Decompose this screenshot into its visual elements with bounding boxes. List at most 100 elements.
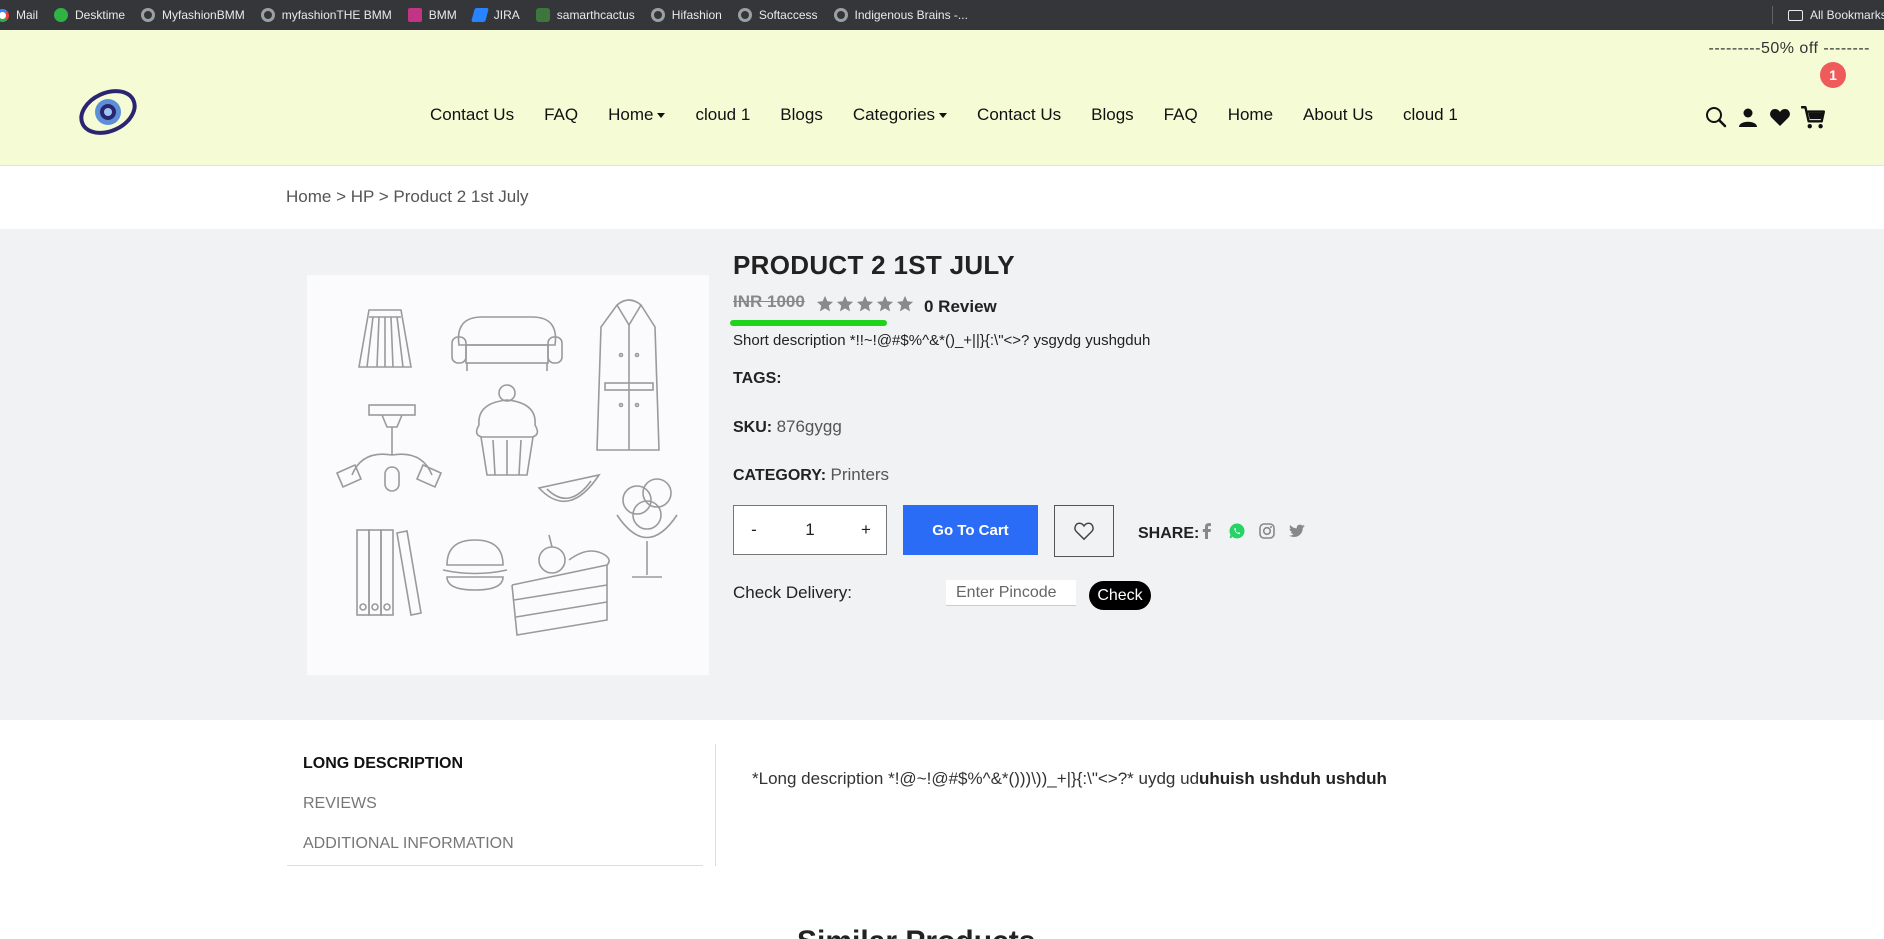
caret-down-icon (657, 112, 666, 118)
product-image[interactable] (307, 275, 709, 675)
star-icon (856, 295, 874, 312)
cactus-icon (535, 8, 550, 22)
logo-icon[interactable] (76, 85, 140, 139)
decrease-quantity-button[interactable]: - (734, 520, 774, 540)
sku-label: SKU: (733, 419, 773, 436)
nav-item-home-dropdown[interactable]: Home (608, 105, 666, 125)
globe-icon (833, 8, 848, 22)
check-delivery-label: Check Delivery: (733, 583, 853, 602)
desktime-icon (54, 8, 69, 22)
bookmarks-divider (1772, 6, 1773, 24)
tab-reviews[interactable]: REVIEWS (303, 795, 377, 813)
product-price: INR 1000 (733, 292, 805, 311)
globe-icon (141, 8, 156, 22)
search-icon[interactable] (1704, 105, 1728, 129)
bookmark-hifashion[interactable]: Hifashion (650, 0, 722, 30)
nav-item-home[interactable]: Home (1228, 105, 1273, 125)
breadcrumb-separator: > (374, 187, 394, 206)
long-description: *Long description *!@~!@#$%^&*()))\))_+|… (752, 769, 1387, 789)
nav-label: Contact Us (430, 105, 515, 124)
category-value[interactable]: Printers (830, 465, 889, 484)
bookmark-softaccess[interactable]: Softaccess (737, 0, 818, 30)
bookmark-samarthcactus[interactable]: samarthcactus (535, 0, 635, 30)
bookmark-label: Desktime (75, 8, 126, 22)
sku-row: SKU: 876gygg (733, 417, 842, 437)
go-to-cart-button[interactable]: Go To Cart (903, 505, 1038, 555)
review-count[interactable]: 0 Review (924, 297, 997, 317)
globe-icon (260, 8, 275, 22)
bookmark-label: Softaccess (758, 8, 818, 22)
increase-quantity-button[interactable]: + (846, 520, 886, 540)
star-icon (836, 295, 854, 312)
nav-item-contact-us-2[interactable]: Contact Us (977, 105, 1061, 125)
bookmark-label: BMM (428, 8, 457, 22)
nav-item-categories-dropdown[interactable]: Categories (852, 105, 948, 125)
star-icon (816, 295, 834, 312)
bookmark-label: JIRA (493, 8, 520, 22)
all-bookmarks-button[interactable]: All Bookmarks (1788, 0, 1884, 30)
quantity-value[interactable]: 1 (774, 520, 846, 540)
whatsapp-icon[interactable] (1228, 522, 1246, 540)
nav-label: FAQ (1163, 105, 1198, 124)
breadcrumb-separator: > (331, 187, 351, 206)
bookmark-label: samarthcactus (556, 8, 635, 22)
bookmark-jira[interactable]: JIRA (470, 0, 520, 30)
nav-item-contact-us[interactable]: Contact Us (430, 105, 514, 125)
tags-label: TAGS: (733, 370, 782, 387)
short-description: Short description *!!~!@#$%^&*()_+||}{:\… (733, 332, 1151, 349)
check-pincode-button[interactable]: Check (1089, 581, 1151, 610)
nav-item-faq[interactable]: FAQ (544, 105, 578, 125)
globe-icon (737, 8, 752, 22)
caret-down-icon (939, 112, 948, 118)
instagram-icon[interactable] (1258, 522, 1276, 540)
nav-item-blogs-2[interactable]: Blogs (1091, 105, 1134, 125)
bmm-icon (407, 8, 422, 22)
nav-item-blogs[interactable]: Blogs (780, 105, 823, 125)
category-label: CATEGORY: (733, 467, 827, 484)
nav-label: Contact Us (977, 105, 1062, 124)
nav-label: cloud 1 (695, 105, 751, 124)
long-description-bold-text: uhuish ushduh ushduh (1199, 769, 1387, 788)
cart-icon[interactable] (1800, 104, 1826, 130)
nav-label: About Us (1303, 105, 1373, 124)
main-nav: Contact Us FAQ Home cloud 1 Blogs Catego… (430, 105, 1488, 125)
breadcrumb-home[interactable]: Home (286, 187, 331, 206)
bookmark-mail[interactable]: Mail (0, 0, 38, 30)
pincode-input[interactable] (946, 580, 1076, 606)
twitter-icon[interactable] (1288, 522, 1306, 540)
nav-label: cloud 1 (1402, 105, 1458, 124)
nav-label: Categories (852, 105, 936, 124)
bookmark-desktime[interactable]: Desktime (54, 0, 125, 30)
breadcrumb: Home > HP > Product 2 1st July (286, 187, 529, 207)
nav-item-faq-2[interactable]: FAQ (1164, 105, 1198, 125)
heart-outline-icon (1074, 522, 1094, 541)
nav-label: Home (1227, 105, 1274, 124)
nav-item-cloud-1-2[interactable]: cloud 1 (1403, 105, 1458, 125)
nav-item-about-us[interactable]: About Us (1303, 105, 1373, 125)
bookmark-label: Mail (16, 8, 39, 22)
bookmark-bmm[interactable]: BMM (407, 0, 457, 30)
share-label: SHARE: (1138, 525, 1200, 542)
tab-additional-information[interactable]: ADDITIONAL INFORMATION (303, 835, 514, 853)
add-to-wishlist-button[interactable] (1054, 505, 1114, 557)
rating-stars (816, 295, 916, 313)
nav-label: Home (608, 105, 654, 124)
promo-banner: ---------50% off -------- (1708, 40, 1870, 57)
heart-icon[interactable] (1768, 105, 1792, 129)
tab-long-description[interactable]: LONG DESCRIPTION (303, 755, 463, 773)
sku-value: 876gygg (776, 417, 842, 436)
bookmark-indigenous-brains[interactable]: Indigenous Brains -... (833, 0, 968, 30)
facebook-icon[interactable] (1198, 522, 1216, 540)
nav-label: Blogs (1091, 105, 1134, 124)
breadcrumb-category[interactable]: HP (351, 187, 374, 206)
bookmark-myfashionthebmm[interactable]: myfashionTHE BMM (260, 0, 392, 30)
share-icons (1198, 522, 1318, 540)
user-icon[interactable] (1736, 105, 1760, 129)
quantity-stepper: - 1 + (733, 505, 887, 555)
header-icons (1704, 104, 1834, 130)
google-icon (0, 8, 9, 22)
nav-item-cloud-1[interactable]: cloud 1 (695, 105, 750, 125)
star-icon (896, 295, 914, 312)
all-bookmarks-label: All Bookmarks (1810, 8, 1884, 22)
bookmark-myfashionbmm[interactable]: MyfashionBMM (141, 0, 245, 30)
